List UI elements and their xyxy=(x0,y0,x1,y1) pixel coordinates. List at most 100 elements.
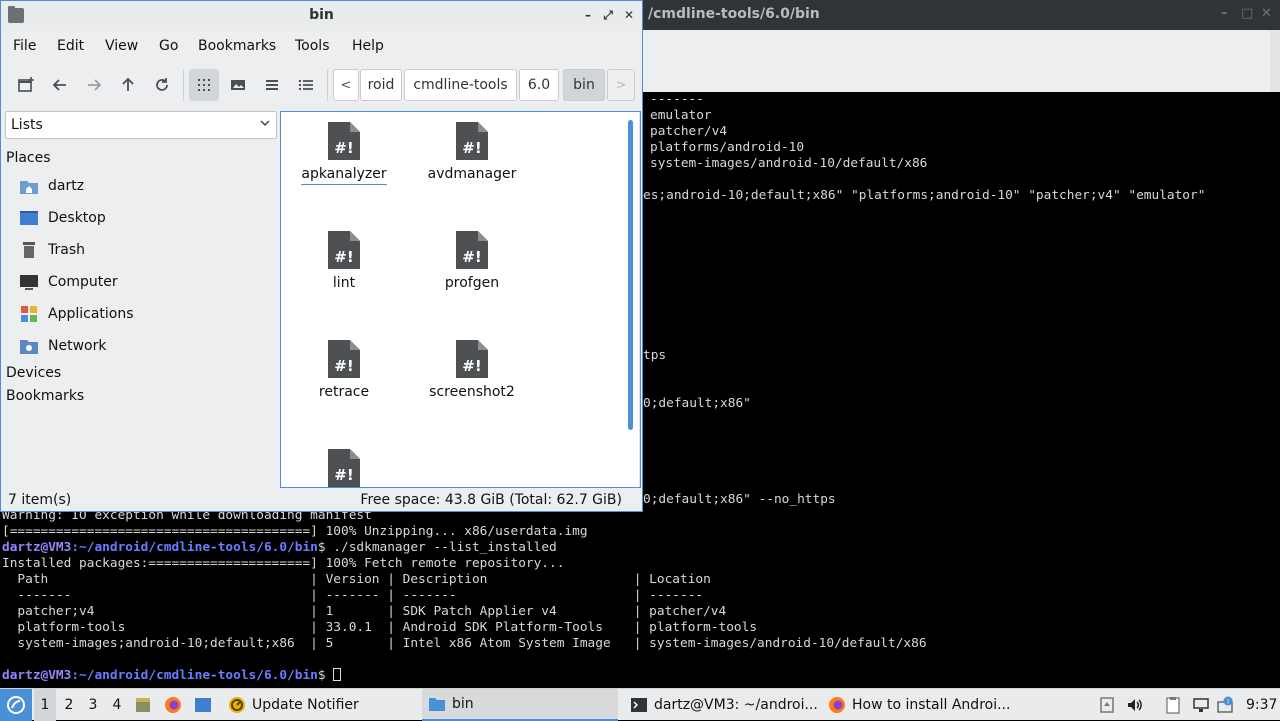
place-network[interactable]: Network xyxy=(19,334,269,358)
breadcrumb-item[interactable]: cmdline-tools xyxy=(404,69,517,101)
menu-view[interactable]: View xyxy=(105,38,138,54)
breadcrumb-current[interactable]: bin xyxy=(563,69,605,101)
file-item[interactable]: #! screenshot2 xyxy=(417,338,527,400)
place-applications[interactable]: Applications xyxy=(19,302,269,326)
folder-icon xyxy=(428,695,446,713)
tray-volume[interactable] xyxy=(1126,689,1146,721)
clock[interactable]: 9:37 xyxy=(1246,689,1278,721)
workspace-2[interactable]: 2 xyxy=(58,689,80,721)
new-tab-icon[interactable] xyxy=(11,69,41,101)
file-cabinet-icon xyxy=(134,696,152,714)
file-item[interactable]: #! retrace xyxy=(289,338,399,400)
task-terminal[interactable]: dartz@VM3: ~/androi... xyxy=(624,689,820,721)
side-pane-mode-select[interactable]: Lists xyxy=(5,111,277,139)
place-trash[interactable]: Trash xyxy=(19,238,269,262)
task-file-manager[interactable]: bin xyxy=(422,689,618,721)
workspace-1[interactable]: 1 xyxy=(34,689,56,721)
task-firefox[interactable]: How to install Androi... xyxy=(822,689,1020,721)
task-label: bin xyxy=(452,696,474,712)
tray-eject[interactable] xyxy=(1098,689,1116,721)
firefox-launcher[interactable] xyxy=(164,689,186,721)
trash-icon xyxy=(19,241,39,259)
file-glyph: #! xyxy=(462,139,481,157)
file-item[interactable]: #! profgen xyxy=(417,229,527,291)
start-menu-button[interactable] xyxy=(0,689,32,721)
fm-side-pane: Lists Places dartz Desktop Trash Compute… xyxy=(1,109,279,489)
thumbnail-view-icon[interactable] xyxy=(223,69,253,101)
terminal-line: [=======================================… xyxy=(2,524,588,539)
scrollbar-track xyxy=(639,112,640,487)
place-dartz[interactable]: dartz xyxy=(19,174,269,198)
bookmarks-heading[interactable]: Bookmarks xyxy=(6,388,84,404)
workspace-3[interactable]: 3 xyxy=(82,689,104,721)
place-label: Trash xyxy=(48,242,85,258)
network-folder-icon xyxy=(19,337,39,355)
terminal-line: 0;default;x86" --no_https xyxy=(643,492,836,507)
terminal-scrollbar[interactable] xyxy=(1270,30,1280,92)
menu-bookmarks[interactable]: Bookmarks xyxy=(198,38,276,54)
prompt-command: $ ./sdkmanager --list_installed xyxy=(317,540,557,555)
file-glyph: #! xyxy=(334,466,353,484)
menu-edit[interactable]: Edit xyxy=(57,38,84,54)
menu-file[interactable]: File xyxy=(13,38,36,54)
file-glyph: #! xyxy=(334,357,353,375)
minimize-button[interactable]: – xyxy=(579,6,597,24)
terminal-line: patcher;v4 | 1 | SDK Patch Applier v4 | … xyxy=(2,604,727,619)
places-heading[interactable]: Places xyxy=(6,150,51,166)
file-view[interactable]: #! apkanalyzer #! avdmanager #! lint #! … xyxy=(280,111,641,488)
network-icon xyxy=(1192,696,1210,714)
breadcrumb-scroll-right[interactable]: > xyxy=(607,69,635,101)
breadcrumb-item[interactable]: 6.0 xyxy=(519,69,559,101)
file-item[interactable]: #! xyxy=(289,447,399,487)
forward-arrow-icon[interactable] xyxy=(79,69,109,101)
file-item[interactable]: #! apkanalyzer xyxy=(289,120,399,185)
tray-network[interactable] xyxy=(1192,689,1212,721)
terminal-line: platform-tools | 33.0.1 | Android SDK Pl… xyxy=(2,620,758,635)
breadcrumb-item[interactable]: roid xyxy=(360,69,402,101)
terminal-line: tps xyxy=(643,348,667,363)
lubuntu-logo-icon xyxy=(7,696,25,714)
back-arrow-icon[interactable] xyxy=(45,69,75,101)
task-update-notifier[interactable]: Update Notifier xyxy=(222,689,420,721)
fm-title: bin xyxy=(309,7,334,23)
prompt-user: dartz@VM3 xyxy=(2,668,72,683)
terminal-minimize-button[interactable]: – xyxy=(1221,6,1228,21)
tray-updates[interactable]: ! xyxy=(1216,689,1236,721)
file-item[interactable]: #! avdmanager xyxy=(417,120,527,182)
prompt-path: :~/android/cmdline-tools/6.0/bin xyxy=(71,540,318,555)
task-label: How to install Androi... xyxy=(852,697,1011,713)
file-glyph: #! xyxy=(334,248,353,266)
menu-help[interactable]: Help xyxy=(352,38,384,54)
tray-clipboard[interactable] xyxy=(1164,689,1184,721)
menu-tools[interactable]: Tools xyxy=(295,38,330,54)
file-manager-window[interactable]: bin – ⤢ ✕ File Edit View Go Bookmarks To… xyxy=(0,0,643,512)
menu-go[interactable]: Go xyxy=(159,38,178,54)
terminal-close-button[interactable]: ✕ xyxy=(1261,6,1272,21)
up-arrow-icon[interactable] xyxy=(113,69,143,101)
terminal-line: Path | Version | Description | Location xyxy=(2,572,711,587)
file-manager-launcher[interactable] xyxy=(134,689,156,721)
workspace-4[interactable]: 4 xyxy=(106,689,128,721)
place-label: Applications xyxy=(48,306,134,322)
terminal-line: system-images/android-10/default/x86 xyxy=(650,156,928,171)
close-button[interactable]: ✕ xyxy=(620,6,638,24)
compact-view-icon[interactable] xyxy=(257,69,287,101)
file-item[interactable]: #! lint xyxy=(289,229,399,291)
place-computer[interactable]: Computer xyxy=(19,270,269,294)
place-desktop[interactable]: Desktop xyxy=(19,206,269,230)
terminal-line: Installed packages:=====================… xyxy=(2,556,565,571)
icon-view-icon[interactable] xyxy=(189,69,219,101)
scrollbar-thumb[interactable] xyxy=(628,120,633,430)
script-file-icon: #! xyxy=(328,120,360,160)
show-desktop-launcher[interactable] xyxy=(194,689,216,721)
breadcrumb-scroll-left[interactable]: < xyxy=(333,69,359,101)
task-label: dartz@VM3: ~/androi... xyxy=(654,697,818,713)
devices-heading[interactable]: Devices xyxy=(6,365,61,381)
detailed-list-view-icon[interactable] xyxy=(291,69,321,101)
reload-icon[interactable] xyxy=(147,69,177,101)
maximize-button[interactable]: ⤢ xyxy=(599,6,617,24)
terminal-maximize-button[interactable]: □ xyxy=(1241,6,1253,21)
fm-titlebar[interactable]: bin – ⤢ ✕ xyxy=(1,1,642,31)
toolbar-separator xyxy=(327,69,328,101)
place-label: dartz xyxy=(48,178,85,194)
